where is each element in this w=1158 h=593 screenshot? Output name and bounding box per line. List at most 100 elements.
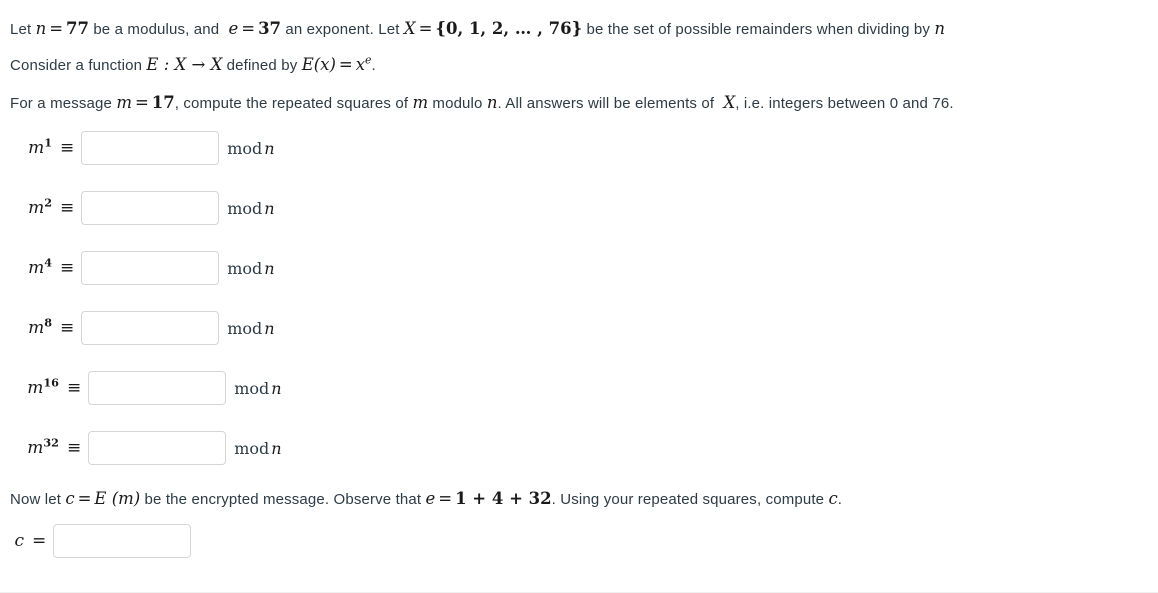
line4-var-c: c [65, 489, 75, 508]
line3-var-X: X [723, 93, 736, 112]
mod-variable: n [264, 318, 275, 338]
row-base: m [27, 378, 44, 398]
line1-math-set: X = {0, 1, 2, … , 76} [404, 19, 582, 38]
final-answer-row: c = [10, 524, 192, 558]
mod-keyword: mod [234, 438, 270, 458]
answer-input-m-4[interactable] [81, 251, 220, 285]
line1-text-1: Let [10, 21, 36, 38]
problem-statement-line-4: Now let c = E (m) be the encrypted message… [10, 489, 842, 508]
line2-math-function-signature: E : X → X [146, 55, 223, 74]
line2-text-1: Consider a function [10, 57, 147, 74]
line2-rhs-base: x [355, 55, 365, 74]
row-relation-symbol: ≡ [67, 438, 82, 458]
problem-statement-line-1: Let n = 77 be a modulus, and e = 37 an expon… [10, 19, 945, 38]
mod-variable: n [264, 258, 275, 278]
line1-text-2: be a modulus, and [89, 21, 224, 38]
line2-math-function-definition: E(x) = xe [302, 55, 372, 74]
question-page: Let n = 77 be a modulus, and e = 37 an expon… [0, 0, 1158, 593]
row-label-power: m16 [10, 375, 59, 398]
row-exponent: 32 [43, 435, 59, 450]
line2-text-3: . [371, 57, 376, 74]
row-exponent: 8 [44, 315, 52, 330]
line3-text-4: . All answers will be elements of [497, 95, 719, 112]
line4-eq: = [77, 489, 92, 508]
row-mod-label: mod n [227, 139, 274, 158]
row-mod-label: mod n [227, 199, 274, 218]
row-relation-symbol: ≡ [60, 258, 75, 278]
row-exponent: 2 [44, 195, 52, 210]
row-relation-symbol: ≡ [67, 378, 82, 398]
line3-eq: = [134, 93, 149, 112]
row-label-power: m1 [10, 135, 52, 158]
line1-val-37: 37 [258, 19, 282, 38]
mod-keyword: mod [227, 258, 263, 278]
line1-var-X: X [403, 19, 416, 38]
line3-var-n: n [486, 93, 498, 112]
line1-var-e: e [228, 19, 239, 38]
row-relation-symbol: ≡ [60, 198, 75, 218]
row-base: m [28, 258, 45, 278]
line3-text-3: modulo [428, 95, 487, 112]
line3-val-17: 17 [151, 93, 175, 112]
line2-text-2: defined by [222, 57, 302, 74]
line4-var-e: e [425, 489, 436, 508]
row-label-power: m4 [10, 257, 52, 278]
row-relation-symbol: ≡ [60, 318, 75, 338]
line1-val-77: 77 [66, 19, 89, 38]
line4-text-2: be the encrypted message. Observe that [140, 491, 426, 508]
line4-var-c-2: c [828, 489, 838, 508]
repeated-square-row: m1 ≡ mod n [10, 131, 275, 165]
row-mod-label: mod n [234, 439, 281, 458]
line1-text-4: be the set of possible remainders when d… [582, 21, 935, 38]
line1-text-3: an exponent. Let [281, 21, 404, 38]
row-base: m [28, 198, 45, 218]
mod-variable: n [271, 438, 282, 458]
line4-text-1: Now let [10, 491, 66, 508]
row-label-power: m2 [10, 195, 52, 218]
final-relation-symbol: = [32, 531, 47, 551]
repeated-square-row: m2 ≡ mod n [10, 191, 275, 225]
answer-input-m-1[interactable] [81, 131, 220, 165]
answer-input-m-8[interactable] [81, 311, 220, 345]
answer-input-m-32[interactable] [88, 431, 227, 465]
mod-keyword: mod [227, 318, 263, 338]
row-base: m [28, 318, 45, 338]
line1-math-exponent: e = 37 [224, 19, 282, 38]
line1-set-literal: {0, 1, 2, … , 76} [435, 19, 583, 38]
row-base: m [28, 138, 45, 158]
line3-math-message: m = 17 [116, 93, 174, 112]
problem-statement-line-3: For a message m = 17, compute the repeated… [10, 93, 954, 112]
repeated-square-row: m8 ≡ mod n [10, 311, 275, 345]
line3-text-5: , i.e. integers between 0 and 76. [735, 95, 954, 112]
row-relation-symbol: ≡ [60, 138, 75, 158]
mod-keyword: mod [227, 198, 263, 218]
line4-expr-sum: 1 + 4 + 32 [455, 489, 552, 508]
mod-keyword: mod [234, 378, 270, 398]
line3-var-m-2: m [412, 93, 429, 112]
line4-math-ciphertext-def: c = E (m) [65, 489, 140, 508]
answer-input-m-2[interactable] [81, 191, 220, 225]
final-variable-label: c [14, 531, 24, 551]
line4-math-exponent-decomposition: e = 1 + 4 + 32 [426, 489, 552, 508]
line4-eq-2: = [438, 489, 453, 508]
row-exponent: 1 [44, 135, 52, 150]
mod-variable: n [264, 138, 275, 158]
row-base: m [27, 438, 44, 458]
answer-input-m-16[interactable] [88, 371, 227, 405]
line1-var-n: n [35, 19, 47, 38]
mod-variable: n [264, 198, 275, 218]
line2-fn-Ex: E(x) [301, 55, 336, 74]
line3-text-2: , compute the repeated squares of [174, 95, 413, 112]
line1-eq-2: = [241, 19, 256, 38]
row-label-power: m8 [10, 315, 52, 338]
row-exponent: 16 [43, 375, 59, 390]
mod-variable: n [271, 378, 282, 398]
answer-input-c[interactable] [53, 524, 192, 558]
line3-text-1: For a message [10, 95, 117, 112]
line4-text-4: . [837, 491, 843, 508]
repeated-square-row: m16 ≡ mod n [10, 371, 282, 405]
line1-eq-3: = [418, 19, 433, 38]
line4-text-3: . Using your repeated squares, compute [551, 491, 829, 508]
repeated-square-row: m32 ≡ mod n [10, 431, 282, 465]
row-mod-label: mod n [227, 319, 274, 338]
